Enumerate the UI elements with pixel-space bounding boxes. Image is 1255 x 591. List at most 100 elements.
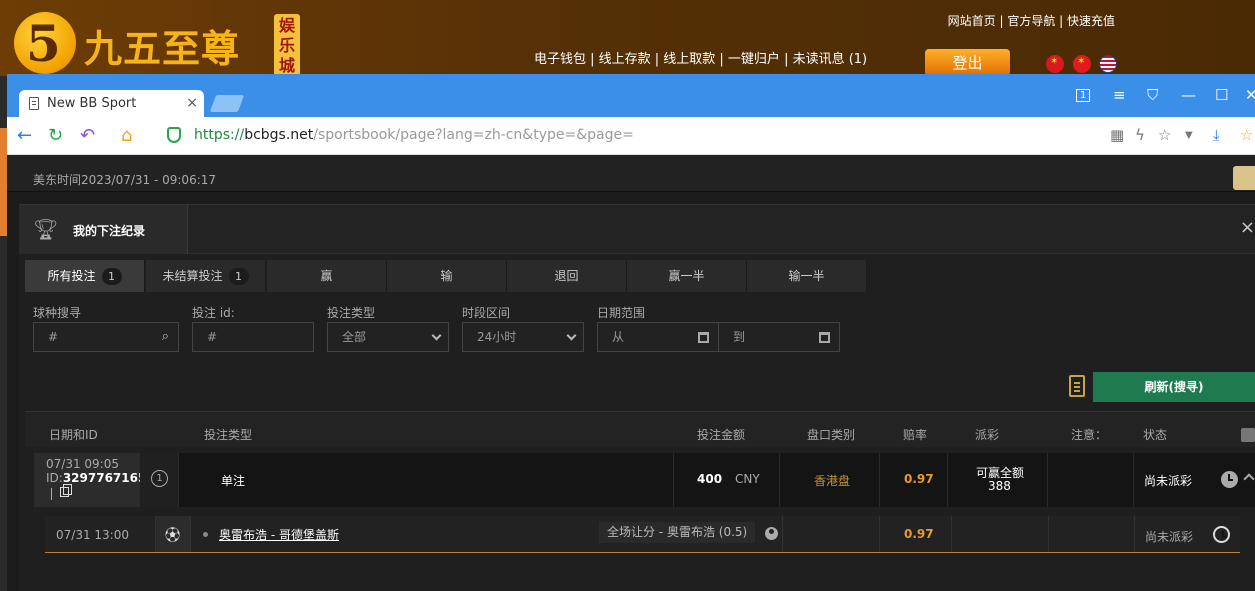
- sport-search-input[interactable]: # ⌕: [33, 322, 179, 352]
- site-logo-icon[interactable]: 5: [14, 12, 76, 74]
- maximize-icon[interactable]: ☐: [1215, 86, 1228, 104]
- selection-pick: 全场让分 - 奥雷布浩 (0.5): [599, 522, 756, 543]
- tab-refunded[interactable]: 退回: [507, 260, 627, 292]
- site-header: 5 九五至尊 娱乐城 网站首页 | 官方导航 | 快速充值 电子钱包 | 线上存…: [0, 0, 1255, 76]
- favorites-icon[interactable]: ☆: [1240, 126, 1253, 144]
- selection-row: 07/31 13:00 ⚽︎ 奥雷布浩 - 哥德堡盖斯 全场让分 - 奥雷布浩 …: [45, 516, 1240, 553]
- home-icon[interactable]: ⌂: [121, 125, 132, 146]
- date-range-label: 日期范围: [597, 306, 646, 320]
- tab-strip: New BB Sport × 1 ≡ ⛉ — ☐ ✕: [7, 74, 1255, 117]
- col-payout: 派彩: [975, 428, 1000, 442]
- back-icon[interactable]: ←: [17, 125, 32, 146]
- tab-count-badge[interactable]: 1: [1076, 89, 1091, 102]
- tab-count: 1: [101, 268, 122, 285]
- bet-date-id-cell: 07/31 09:05 ID:3297767165: [34, 453, 146, 507]
- clock-icon: [1221, 471, 1238, 488]
- market-cell: 香港盘: [780, 453, 880, 507]
- site-main-links[interactable]: 电子钱包 | 线上存款 | 线上取款 | 一键归户 | 未读讯息 (1): [534, 48, 867, 67]
- period-select[interactable]: 24小时: [462, 322, 584, 352]
- date-from-input[interactable]: 从: [597, 322, 719, 352]
- bet-id-label: 投注 id:: [192, 306, 235, 320]
- clipboard-icon[interactable]: [1069, 375, 1085, 397]
- secure-shield-icon[interactable]: [167, 127, 181, 143]
- tab-title: New BB Sport: [47, 96, 137, 111]
- bet-amount: 400: [697, 472, 723, 486]
- site-logo-text[interactable]: 九五至尊: [84, 18, 240, 73]
- copy-icon[interactable]: [60, 484, 72, 497]
- payout-cell: 可赢全额 388: [948, 453, 1048, 507]
- download-icon[interactable]: ⤓: [1213, 126, 1220, 144]
- tab-half-won[interactable]: 赢一半: [627, 260, 747, 292]
- skin-icon[interactable]: ⛉: [1147, 86, 1158, 104]
- address-bar: ← ↻ ↶ ⌂ https://bcbgs.net/sportsbook/pag…: [7, 117, 1255, 155]
- lightning-icon[interactable]: ϟ: [1135, 126, 1145, 144]
- undo-icon[interactable]: ↶: [80, 125, 95, 146]
- date-to-input[interactable]: 到: [718, 322, 840, 352]
- site-top-links[interactable]: 网站首页 | 官方导航 | 快速充值: [948, 12, 1115, 29]
- clock-icon: [1213, 526, 1230, 543]
- menu-icon[interactable]: ≡: [1113, 86, 1126, 104]
- col-odds: 赔率: [903, 428, 928, 442]
- col-note: 注意：: [1071, 428, 1108, 442]
- table-row[interactable]: 07/31 09:05 ID:3297767165 1 单注 400 CNY 香…: [34, 453, 1255, 507]
- chevron-down-icon[interactable]: ▼: [1185, 130, 1193, 141]
- chevron-down-icon: [566, 330, 577, 341]
- site-logo-badge: 娱乐城: [274, 14, 300, 76]
- browser-window: New BB Sport × 1 ≡ ⛉ — ☐ ✕ ← ↻ ↶ ⌂ https…: [7, 74, 1255, 591]
- event-cell: 奥雷布浩 - 哥德堡盖斯 全场让分 - 奥雷布浩 (0.5): [191, 516, 783, 552]
- reload-icon[interactable]: ↻: [48, 125, 63, 146]
- panel-title: 我的下注纪录: [73, 224, 146, 238]
- bet-currency: CNY: [735, 472, 760, 486]
- bet-id: ID:3297767165: [46, 471, 147, 485]
- new-tab-button[interactable]: [209, 95, 245, 112]
- tab-all-bets[interactable]: 所有投注 1: [25, 260, 145, 292]
- tab-half-lost[interactable]: 输一半: [747, 260, 867, 292]
- us-flag-icon[interactable]: [1099, 55, 1117, 73]
- bet-date: 07/31 09:05: [46, 457, 119, 471]
- tab-won[interactable]: 赢: [267, 260, 387, 292]
- event-link[interactable]: 奥雷布浩 - 哥德堡盖斯: [219, 526, 339, 543]
- col-market: 盘口类别: [807, 428, 856, 442]
- calendar-icon[interactable]: [819, 332, 830, 343]
- hk-flag-icon[interactable]: [1046, 55, 1064, 73]
- star-icon[interactable]: ☆: [1158, 126, 1171, 144]
- expand-all-toggle[interactable]: [1241, 428, 1255, 442]
- bet-record-panel: 🏆︎ 我的下注纪录 × 所有投注 1 未结算投注 1 赢 输 退回 赢一半 输一半 …: [19, 204, 1255, 591]
- tab-unsettled-bets[interactable]: 未结算投注 1: [146, 260, 266, 292]
- time-bar: 美东时间2023/07/31 - 09:06:17: [7, 155, 1255, 192]
- note-cell: [1048, 453, 1134, 507]
- chevron-down-icon: [431, 330, 442, 341]
- selection-status-cell: 尚未派彩: [1135, 516, 1240, 552]
- table-header: 日期和ID 投注类型 投注金额 盘口类别 赔率 派彩 注意： 状态: [25, 411, 1255, 447]
- legs-count-icon: 1: [151, 470, 168, 487]
- qr-icon[interactable]: ▦: [1110, 126, 1124, 144]
- bet-id-input[interactable]: #: [192, 322, 314, 352]
- tab-close-icon[interactable]: ×: [186, 90, 198, 117]
- col-bet-type: 投注类型: [204, 428, 253, 442]
- close-icon[interactable]: ×: [1240, 217, 1255, 238]
- collapse-icon[interactable]: [1243, 473, 1255, 485]
- page-icon: [29, 97, 39, 110]
- sport-cell: ⚽︎: [156, 516, 191, 552]
- us-east-time: 美东时间2023/07/31 - 09:06:17: [33, 173, 217, 187]
- bet-type-label: 投注类型: [327, 306, 376, 320]
- refresh-search-button[interactable]: 刷新(搜寻): [1093, 372, 1255, 402]
- search-icon[interactable]: ⌕: [162, 323, 169, 351]
- calendar-icon[interactable]: [698, 332, 709, 343]
- logout-button[interactable]: 登出: [925, 49, 1010, 76]
- browser-tab[interactable]: New BB Sport ×: [19, 90, 204, 117]
- window-close-icon[interactable]: ✕: [1245, 86, 1255, 104]
- url-field[interactable]: https://bcbgs.net/sportsbook/page?lang=z…: [194, 127, 634, 143]
- odds-cell: 0.97: [880, 453, 948, 507]
- sport-search-label: 球种搜寻: [33, 306, 82, 320]
- tab-count: 1: [228, 268, 249, 285]
- legs-cell: 1: [140, 453, 179, 507]
- side-tab[interactable]: [1233, 166, 1255, 190]
- panel-title-tab: 🏆︎ 我的下注纪录: [19, 205, 188, 254]
- user-icon: [765, 527, 778, 540]
- amount-cell: 400 CNY: [674, 453, 780, 507]
- tab-lost[interactable]: 输: [387, 260, 507, 292]
- minimize-icon[interactable]: —: [1181, 86, 1196, 104]
- cn-flag-icon[interactable]: [1073, 55, 1091, 73]
- bet-type-select[interactable]: 全部: [327, 322, 449, 352]
